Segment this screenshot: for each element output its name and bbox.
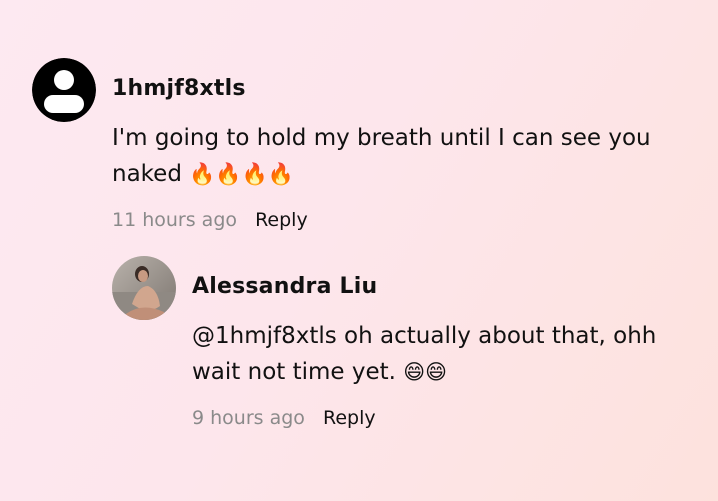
reply-button[interactable]: Reply — [323, 407, 376, 429]
default-user-icon[interactable] — [32, 58, 96, 122]
comment-text: I'm going to hold my breath until I can … — [112, 120, 692, 192]
reply-button[interactable]: Reply — [255, 209, 308, 231]
comment-timestamp: 11 hours ago — [112, 209, 238, 231]
smile-emoji: 😄😄 — [403, 360, 448, 384]
comment-meta: 11 hours ago Reply — [112, 206, 692, 234]
comment-timestamp: 9 hours ago — [192, 407, 305, 429]
comment-body: 1hmjf8xtls I'm going to hold my breath u… — [112, 58, 692, 234]
comment-body: Alessandra Liu @1hmjf8xtls oh actually a… — [192, 256, 702, 432]
fire-emoji: 🔥🔥🔥🔥 — [189, 162, 294, 186]
comment-text: @1hmjf8xtls oh actually about that, ohh … — [192, 318, 702, 390]
comment-username[interactable]: 1hmjf8xtls — [112, 74, 692, 104]
comment-username[interactable]: Alessandra Liu — [192, 272, 702, 302]
comment-meta: 9 hours ago Reply — [192, 404, 702, 432]
profile-photo[interactable] — [112, 256, 176, 320]
